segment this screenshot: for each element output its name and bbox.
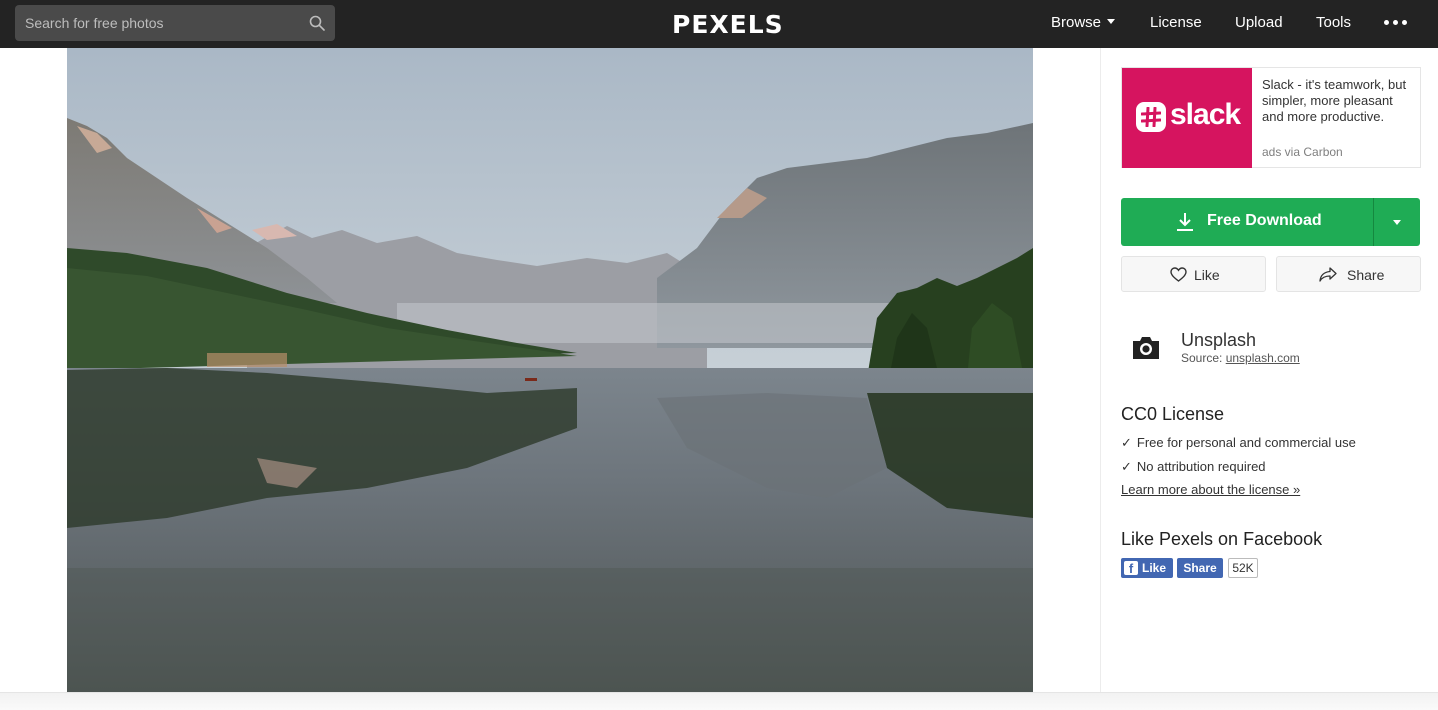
- facebook-like-count: 52K: [1228, 558, 1258, 578]
- license-item: ✓ Free for personal and commercial use: [1121, 435, 1356, 451]
- facebook-icon: f: [1124, 561, 1138, 576]
- sidebar-divider: [1100, 48, 1101, 692]
- free-download-button[interactable]: Free Download: [1121, 198, 1373, 246]
- chevron-down-icon: [1393, 220, 1401, 225]
- more-options-icon[interactable]: [1384, 20, 1408, 26]
- facebook-like-button[interactable]: f Like: [1121, 558, 1173, 578]
- page-bottom-edge: [0, 692, 1438, 710]
- like-button[interactable]: Like: [1121, 256, 1266, 292]
- slack-ad-logo[interactable]: slack: [1122, 68, 1252, 168]
- download-options-button[interactable]: [1374, 198, 1420, 246]
- share-label: Share: [1347, 267, 1385, 283]
- license-item-text: No attribution required: [1136, 459, 1266, 474]
- slack-hash-icon: [1136, 102, 1166, 132]
- download-button-group: Free Download: [1121, 198, 1420, 246]
- download-icon: [1177, 213, 1193, 231]
- license-item: ✓ No attribution required: [1121, 459, 1266, 475]
- checkmark-icon: ✓: [1121, 435, 1132, 450]
- share-icon: [1319, 267, 1337, 282]
- source-link[interactable]: unsplash.com: [1226, 351, 1300, 365]
- nav-browse-label: Browse: [1051, 14, 1102, 31]
- free-download-label: Free Download: [1207, 212, 1322, 229]
- nav-upload[interactable]: Upload: [1235, 14, 1283, 31]
- ad-attribution[interactable]: ads via Carbon: [1262, 145, 1343, 159]
- heart-icon: [1170, 267, 1187, 282]
- facebook-share-button[interactable]: Share: [1177, 558, 1223, 578]
- search-box[interactable]: [15, 5, 335, 41]
- top-bar: PEXELS Browse License Upload Tools: [0, 0, 1438, 48]
- source-line: Source: unsplash.com: [1181, 351, 1300, 365]
- nav-tools[interactable]: Tools: [1316, 14, 1351, 31]
- nav-browse[interactable]: Browse: [1051, 14, 1116, 31]
- slack-wordmark: slack: [1170, 98, 1241, 131]
- chevron-down-icon: [1107, 18, 1116, 24]
- checkmark-icon: ✓: [1121, 459, 1132, 474]
- photographer-name[interactable]: Unsplash: [1181, 330, 1256, 351]
- license-title: CC0 License: [1121, 404, 1225, 424]
- license-item-text: Free for personal and commercial use: [1136, 435, 1356, 450]
- search-icon[interactable]: [309, 15, 325, 31]
- share-button[interactable]: Share: [1276, 256, 1421, 292]
- carbon-ad[interactable]: slack Slack - it's teamwork, but simpler…: [1121, 67, 1421, 168]
- facebook-title: Like Pexels on Facebook: [1121, 529, 1323, 549]
- facebook-like-label: Like: [1142, 561, 1167, 575]
- search-input[interactable]: [15, 5, 305, 41]
- like-label: Like: [1194, 267, 1220, 283]
- main-photo[interactable]: [67, 48, 1033, 692]
- pexels-logo[interactable]: PEXELS: [672, 10, 784, 39]
- photo-image: [67, 48, 1033, 692]
- source-prefix: Source:: [1181, 351, 1226, 365]
- camera-icon: [1133, 337, 1159, 359]
- ad-text[interactable]: Slack - it's teamwork, but simpler, more…: [1262, 77, 1412, 125]
- nav-license[interactable]: License: [1150, 14, 1202, 31]
- license-learn-more-link[interactable]: Learn more about the license »: [1121, 482, 1300, 497]
